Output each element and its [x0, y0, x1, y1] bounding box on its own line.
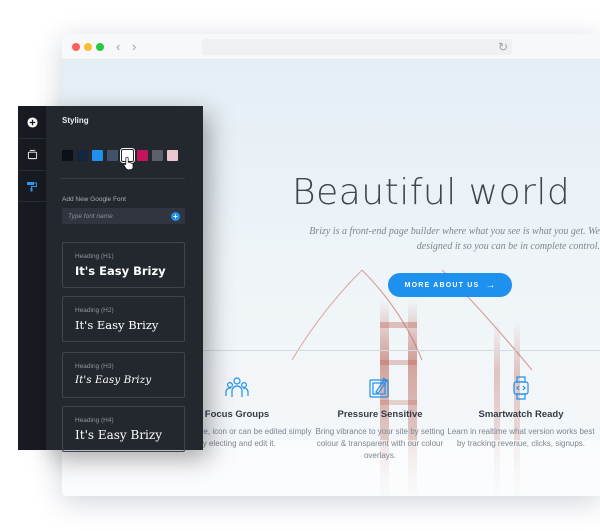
color-swatch[interactable] — [62, 150, 73, 161]
feature-description: Learn in realtime what version works bes… — [447, 427, 595, 448]
minimize-window-button[interactable] — [84, 43, 92, 51]
color-swatch[interactable] — [77, 150, 88, 161]
heading-label: Heading (H2) — [75, 307, 114, 314]
plus-circle-icon — [26, 116, 38, 128]
heading-style-h3[interactable]: Heading (H3) It's Easy Brizy — [62, 352, 185, 398]
heading-sample: It's Easy Brizy — [75, 318, 159, 332]
heading-label: Heading (H3) — [75, 363, 114, 370]
arrow-right-icon: → — [485, 279, 496, 291]
browser-toolbar: ‹ › ↻ — [62, 34, 600, 60]
panel-title: Styling — [62, 116, 89, 125]
maximize-window-button[interactable] — [96, 43, 104, 51]
layers-icon — [27, 149, 37, 160]
group-icon — [225, 377, 249, 397]
paint-icon — [27, 182, 37, 192]
more-about-us-label: MORE ABOUT US — [404, 281, 480, 289]
heading-style-h4[interactable]: Heading (H4) It's Easy Brizy — [62, 406, 185, 452]
editor-sidebar — [18, 106, 46, 450]
feature-pressure-sensitive: Pressure Sensitive Bring vibrance to you… — [305, 375, 455, 462]
tablet-pen-icon — [369, 377, 389, 398]
section-divider — [202, 350, 600, 351]
chevron-left-icon[interactable]: ‹ — [116, 39, 120, 55]
color-swatch[interactable] — [152, 150, 163, 161]
color-swatch[interactable] — [167, 150, 178, 161]
heading-sample: It's Easy Brizy — [75, 428, 162, 442]
styling-button[interactable] — [18, 170, 46, 202]
hand-cursor-icon — [123, 156, 134, 170]
heading-label: Heading (H4) — [75, 417, 114, 424]
add-font-label: Add New Google Font — [62, 196, 126, 203]
close-window-button[interactable] — [72, 43, 80, 51]
hero-title: Beautiful world — [292, 172, 571, 213]
reload-icon[interactable]: ↻ — [498, 39, 508, 55]
feature-smartwatch-ready: Smartwatch Ready Learn in realtime what … — [446, 375, 596, 450]
heading-sample: It's Easy Brizy — [75, 264, 166, 278]
add-element-button[interactable] — [18, 106, 46, 138]
heading-style-h2[interactable]: Heading (H2) It's Easy Brizy — [62, 296, 185, 342]
feature-title: Pressure Sensitive — [337, 409, 423, 420]
heading-sample: It's Easy Brizy — [75, 374, 152, 386]
hero-subtitle: Brizy is a front-end page builder where … — [309, 226, 600, 252]
font-name-input[interactable] — [62, 208, 185, 224]
feature-description: Bring vibrance to your site by setting c… — [315, 427, 445, 460]
styling-panel: Styling Add New Google Font + Heading (H… — [46, 106, 203, 452]
pages-button[interactable] — [18, 138, 46, 170]
color-swatch[interactable] — [107, 150, 118, 161]
more-about-us-button[interactable]: MORE ABOUT US → — [388, 273, 512, 297]
heading-label: Heading (H1) — [75, 253, 114, 260]
chevron-right-icon[interactable]: › — [132, 39, 136, 55]
color-swatch[interactable] — [137, 150, 148, 161]
panel-divider — [60, 178, 185, 179]
add-font-button[interactable]: + — [171, 212, 180, 221]
color-swatch[interactable] — [92, 150, 103, 161]
address-bar[interactable] — [202, 39, 512, 55]
feature-title: Smartwatch Ready — [478, 409, 564, 420]
heading-style-h1[interactable]: Heading (H1) It's Easy Brizy — [62, 242, 185, 288]
smartwatch-icon — [513, 376, 529, 400]
